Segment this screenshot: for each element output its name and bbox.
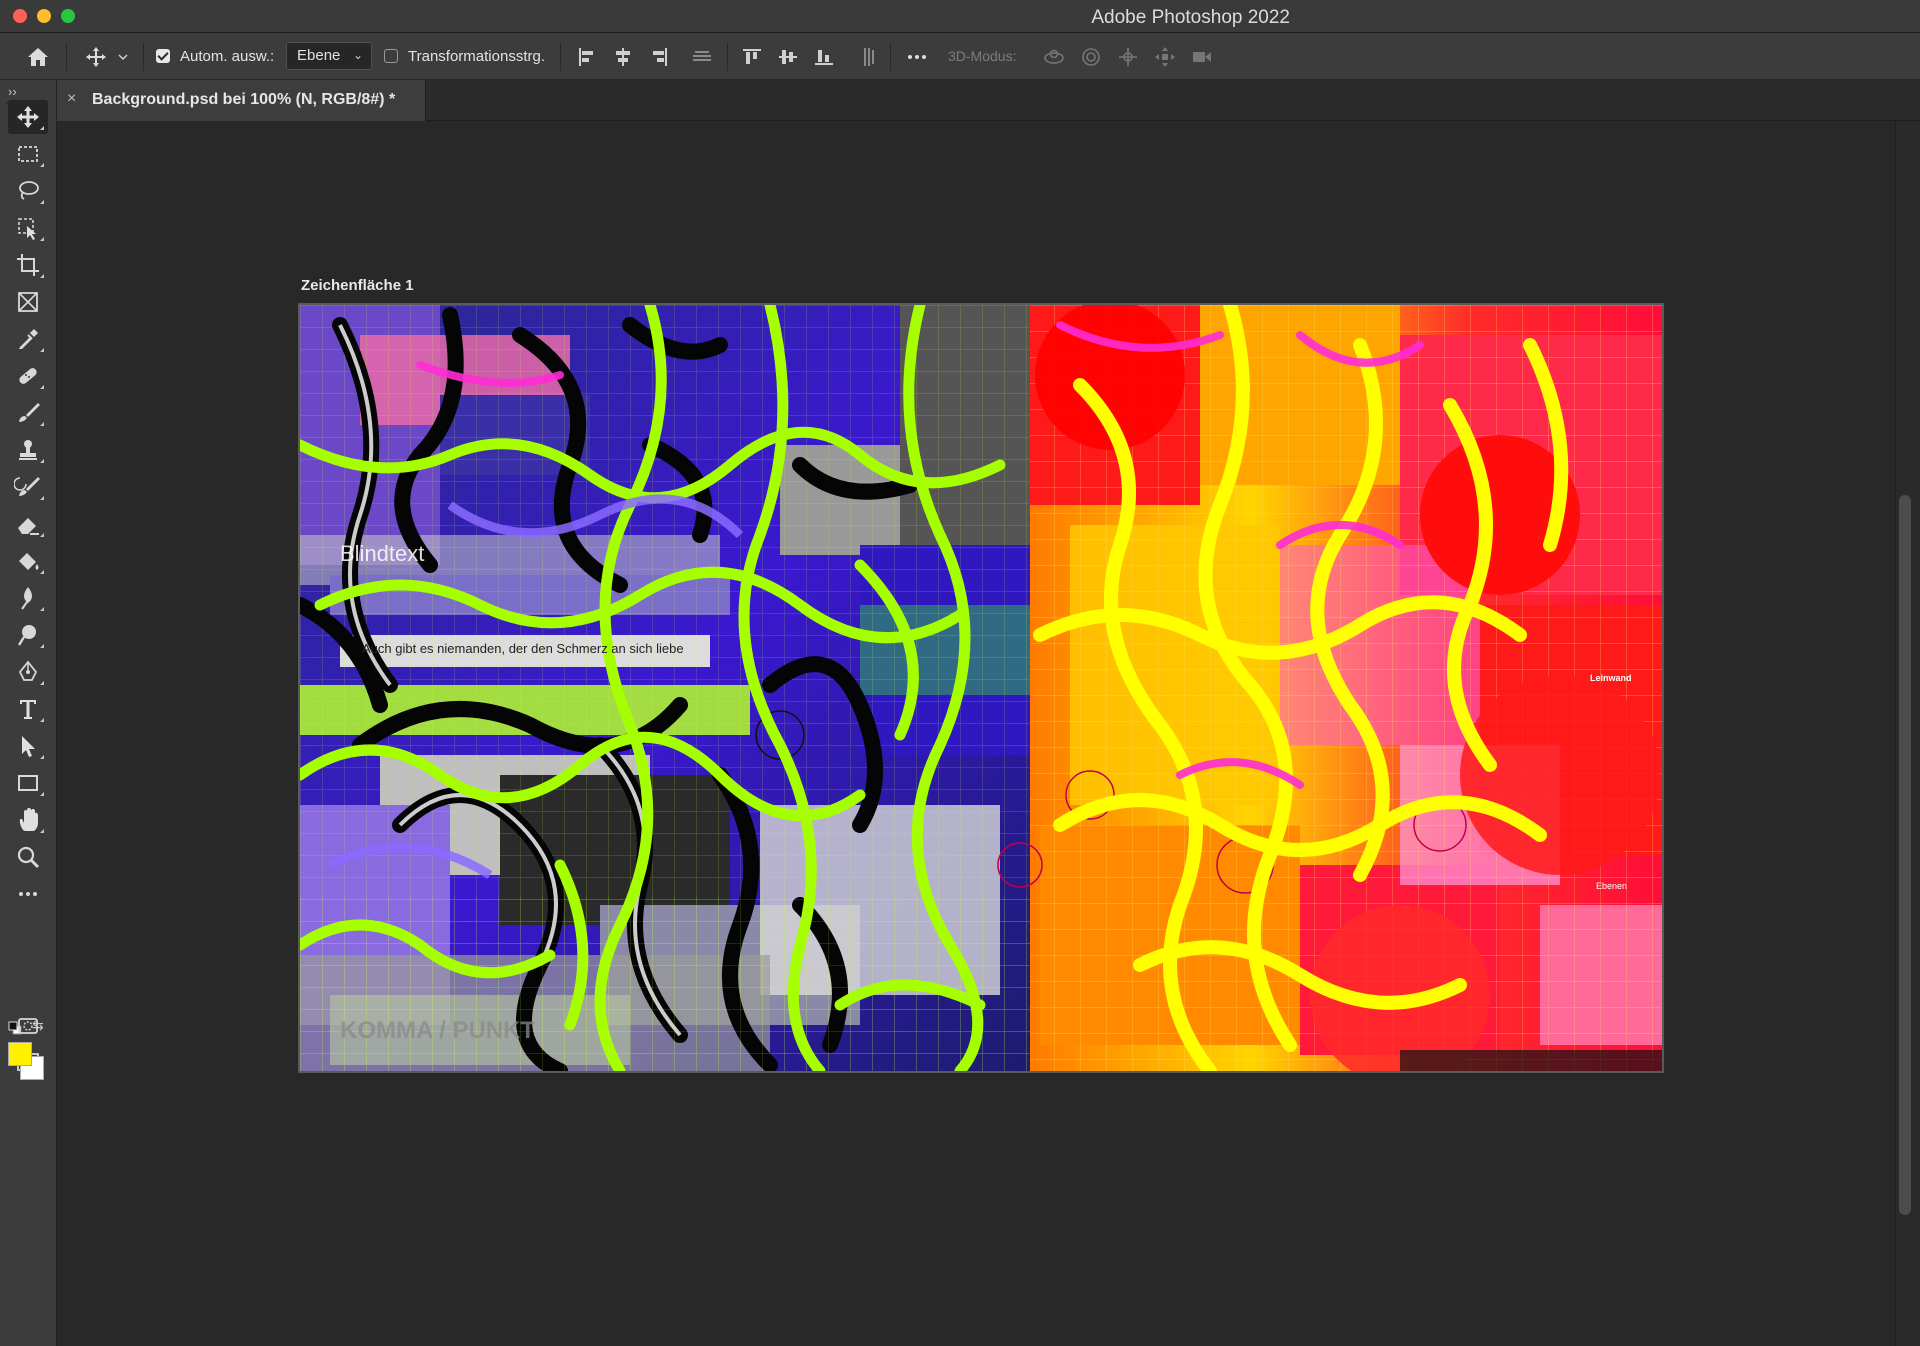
artboard-canvas[interactable]: Blindtext Auch gibt es niemanden, der de… bbox=[298, 303, 1664, 1073]
zoom-tool[interactable] bbox=[8, 840, 48, 874]
canvas-text-ebenen: Ebenen bbox=[1596, 881, 1628, 891]
edit-toolbar[interactable] bbox=[8, 877, 48, 911]
collapse-panel-icon[interactable]: ›› bbox=[8, 84, 17, 99]
mode-3d-label: 3D-Modus: bbox=[948, 48, 1017, 64]
canvas-text-quote: Auch gibt es niemanden, der den Schmerz … bbox=[362, 641, 684, 656]
dodge-tool[interactable] bbox=[8, 618, 48, 652]
object-selection-tool[interactable] bbox=[8, 211, 48, 245]
lasso-tool[interactable] bbox=[8, 174, 48, 208]
document-tab-title: Background.psd bei 100% (N, RGB/8#) * bbox=[92, 91, 396, 108]
canvas-text-leinwand: Leinwand bbox=[1590, 673, 1632, 683]
align-vertical-centers-icon[interactable] bbox=[776, 45, 800, 69]
distribute-horizontal-icon[interactable] bbox=[690, 45, 714, 69]
canvas-text-blindtext: Blindtext bbox=[340, 541, 425, 566]
chevron-down-icon: ⌄ bbox=[352, 48, 363, 62]
app-title: Adobe Photoshop 2022 bbox=[1091, 7, 1290, 28]
pan-3d-icon[interactable] bbox=[1116, 45, 1140, 69]
quick-mask-icon[interactable] bbox=[8, 1009, 48, 1043]
glitch-artwork bbox=[300, 305, 1662, 1071]
pen-tool[interactable] bbox=[8, 655, 48, 689]
slide-3d-icon[interactable] bbox=[1153, 45, 1177, 69]
align-horizontal-centers-icon[interactable] bbox=[611, 45, 635, 69]
spot-healing-brush-tool[interactable] bbox=[8, 359, 48, 393]
align-left-edges-icon[interactable] bbox=[575, 45, 599, 69]
roll-3d-icon[interactable] bbox=[1079, 45, 1103, 69]
crop-tool[interactable] bbox=[8, 248, 48, 282]
document-tab[interactable]: × Background.psd bei 100% (N, RGB/8#) * bbox=[57, 80, 426, 121]
distribute-vertical-icon[interactable] bbox=[856, 45, 880, 69]
options-bar: Autom. ausw.: Ebene ⌄ Transformationsstr… bbox=[0, 33, 1920, 80]
scale-3d-icon[interactable] bbox=[1190, 45, 1214, 69]
more-options-icon[interactable] bbox=[905, 45, 929, 69]
auto-select-check-icon bbox=[156, 49, 170, 63]
type-tool[interactable] bbox=[8, 692, 48, 726]
canvas-text-komma: KOMMA / PUNKT bbox=[340, 1017, 536, 1044]
title-bar: Adobe Photoshop 2022 bbox=[0, 0, 1920, 33]
move-tool[interactable] bbox=[8, 100, 48, 134]
move-icon[interactable] bbox=[84, 45, 108, 69]
auto-select-target-value: Ebene bbox=[297, 47, 341, 64]
artboard-label[interactable]: Zeichenfläche 1 bbox=[301, 277, 414, 294]
rectangular-marquee-tool[interactable] bbox=[8, 137, 48, 171]
tool-preset-chevron-icon[interactable] bbox=[116, 45, 130, 69]
auto-select-label: Autom. ausw.: bbox=[180, 47, 275, 65]
align-top-edges-icon[interactable] bbox=[740, 45, 764, 69]
transform-controls-check-icon bbox=[384, 49, 398, 63]
blur-tool[interactable] bbox=[8, 581, 48, 615]
auto-select-checkbox[interactable]: Autom. ausw.: bbox=[156, 33, 274, 79]
vertical-scrollbar-thumb[interactable] bbox=[1899, 495, 1911, 1215]
eyedropper-tool[interactable] bbox=[8, 322, 48, 356]
eraser-tool[interactable] bbox=[8, 507, 48, 541]
frame-tool[interactable] bbox=[8, 285, 48, 319]
clone-stamp-tool[interactable] bbox=[8, 433, 48, 467]
paint-bucket-tool[interactable] bbox=[8, 544, 48, 578]
path-selection-tool[interactable] bbox=[8, 729, 48, 763]
align-bottom-edges-icon[interactable] bbox=[812, 45, 836, 69]
foreground-color-swatch[interactable] bbox=[8, 1042, 32, 1066]
transform-controls-label: Transformationsstrg. bbox=[408, 47, 545, 65]
close-tab-icon[interactable]: × bbox=[67, 90, 76, 108]
tools-panel: ›› ⇆ bbox=[0, 80, 57, 1346]
auto-select-target-dropdown[interactable]: Ebene ⌄ bbox=[286, 42, 372, 70]
hand-tool[interactable] bbox=[8, 803, 48, 837]
home-icon[interactable] bbox=[26, 45, 50, 69]
align-right-edges-icon[interactable] bbox=[647, 45, 671, 69]
transform-controls-checkbox[interactable]: Transformationsstrg. bbox=[384, 33, 545, 79]
brush-tool[interactable] bbox=[8, 396, 48, 430]
rectangle-tool[interactable] bbox=[8, 766, 48, 800]
history-brush-tool[interactable] bbox=[8, 470, 48, 504]
orbit-3d-icon[interactable] bbox=[1042, 45, 1066, 69]
